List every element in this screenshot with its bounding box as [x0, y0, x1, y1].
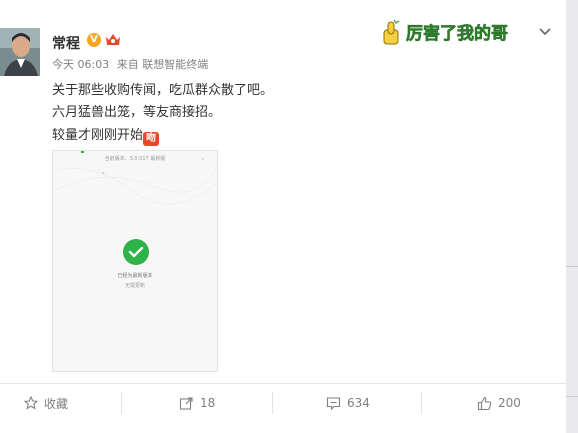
collect-label: 收藏 — [44, 396, 69, 411]
repost-button[interactable]: 18 — [179, 393, 215, 413]
post-text-line-2: 六月猛兽出笼，等友商接招。 — [52, 105, 222, 120]
repost-count: 18 — [200, 396, 216, 410]
source-link[interactable]: 联想智能终端 — [142, 58, 208, 71]
comment-icon — [326, 396, 341, 410]
action-bar-divider — [0, 383, 566, 384]
image-caption-line-2: 无需更新 — [124, 283, 145, 289]
post-meta: 今天 06:03 来自 联想智能终端 — [52, 56, 208, 72]
source-prefix: 来自 — [116, 58, 139, 71]
member-crown-icon[interactable] — [104, 31, 122, 49]
repost-icon — [179, 396, 193, 410]
comment-count: 634 — [347, 396, 370, 410]
star-icon — [24, 396, 38, 410]
post-text-line-3: 较量才刚刚开始吻 — [52, 124, 160, 146]
image-version-text: 当前版本：3.0.017 最新版 — [104, 156, 166, 162]
more-options-button[interactable] — [537, 24, 553, 40]
verified-badge: V — [87, 33, 101, 47]
post-text-line-3-text: 较量才刚刚开始 — [52, 128, 144, 143]
action-separator-3 — [421, 392, 422, 414]
collect-button[interactable]: 收藏 — [24, 393, 68, 413]
checkmark-icon — [123, 239, 149, 265]
thumbs-up-icon — [477, 396, 492, 410]
like-count: 200 — [498, 396, 521, 410]
card-sticker: 厉害了我的哥 — [378, 14, 528, 48]
gutter-line — [566, 396, 578, 397]
username[interactable]: 常程 — [52, 33, 80, 53]
post-text-line-1: 关于那些收购传闻，吃瓜群众散了吧。 — [52, 83, 274, 98]
comment-button[interactable]: 634 — [326, 393, 370, 413]
timestamp[interactable]: 今天 06:03 — [52, 58, 109, 71]
like-button[interactable]: 200 — [477, 393, 521, 413]
weibo-post-card: 常程 V 今天 06:03 来自 联想智能终端 厉害了我的哥 关于那些收购传闻，… — [0, 0, 566, 433]
thumbs-up-sticker-icon: 厉害了我的哥 — [383, 19, 508, 45]
post-image-thumbnail[interactable]: 当前版本：3.0.017 最新版 已经为最新版本 无需更新 — [52, 150, 218, 372]
image-caption-line-1: 已经为最新版本 — [117, 273, 153, 279]
gutter-line — [566, 266, 578, 267]
chevron-down-icon — [539, 28, 551, 36]
kiss-emoji-icon: 吻 — [143, 132, 160, 146]
action-separator-1 — [121, 392, 122, 414]
page-right-gutter — [566, 0, 578, 433]
sticker-text: 厉害了我的哥 — [406, 23, 508, 44]
action-separator-2 — [272, 392, 273, 414]
avatar[interactable] — [0, 28, 40, 76]
